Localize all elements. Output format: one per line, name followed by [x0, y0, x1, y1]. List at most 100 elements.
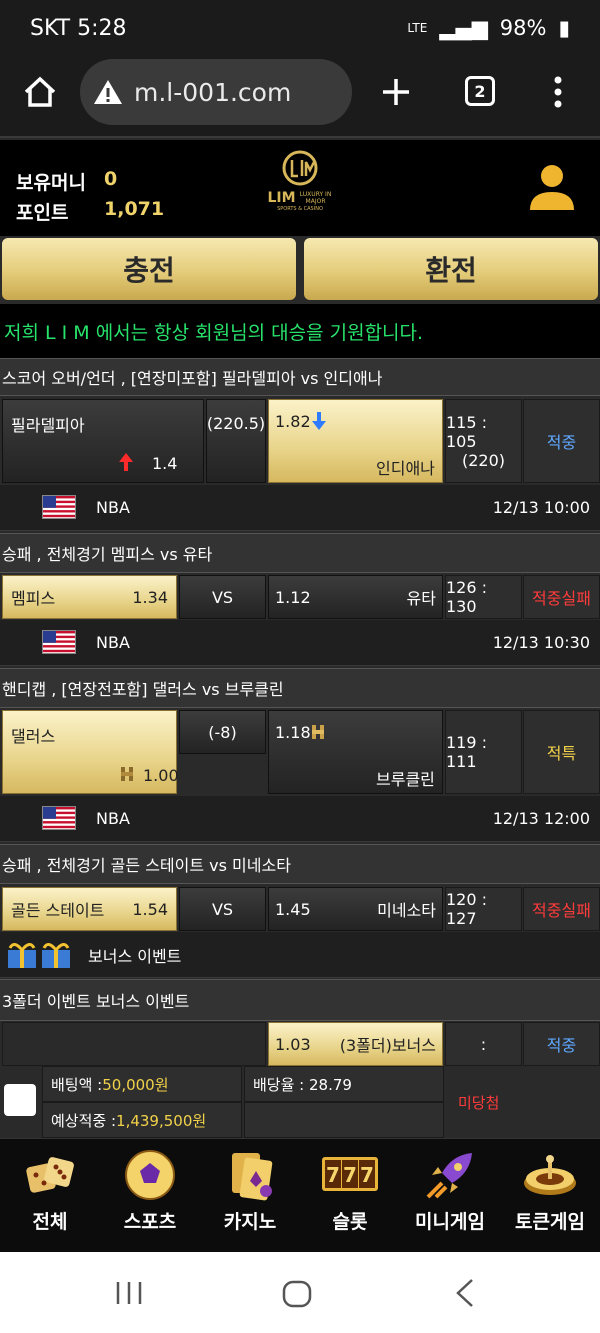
tab-switcher-button[interactable]: 2 [465, 76, 495, 106]
svg-text:7: 7 [343, 1163, 357, 1187]
recent-apps-icon[interactable] [114, 1280, 144, 1306]
dice-icon [26, 1157, 74, 1193]
final-score: 119 : 111 [445, 710, 522, 794]
bet-title: 핸디캡 , [연장전포함] 댈러스 vs 브루클린 [0, 668, 600, 708]
site-header: 보유머니 0 포인트 1,071 LIM LUXURY IN MAJOR SPO… [0, 140, 600, 236]
site-logo[interactable]: LIM LUXURY IN MAJOR SPORTS & CASINO [258, 148, 342, 224]
bet-result: 적중실패 [523, 575, 600, 619]
us-flag-icon [42, 806, 76, 830]
network-icon: LTE [407, 21, 428, 35]
playing-cards-icon [232, 1153, 273, 1201]
points-value: 1,071 [104, 198, 165, 220]
logo-emblem-icon [282, 150, 318, 186]
svg-text:7: 7 [360, 1163, 374, 1187]
home-team-option[interactable]: 멤피스 1.34 [2, 575, 177, 619]
odds-down-arrow-icon [312, 412, 326, 430]
logo-text: LIM [267, 190, 296, 206]
versus-label: VS [179, 887, 266, 931]
nav-label: 미니게임 [415, 1211, 485, 1233]
warning-icon [94, 80, 122, 104]
nav-slots[interactable]: 777 슬롯 [300, 1139, 400, 1253]
svg-text:7: 7 [326, 1163, 340, 1187]
bet-result: 적특 [523, 710, 600, 794]
select-checkbox[interactable] [4, 1084, 36, 1116]
away-odds: 1.18 [275, 723, 311, 742]
home-odds: 1.00 [143, 766, 179, 785]
home-team-name: 댈러스 [11, 727, 56, 746]
league-name: NBA [96, 633, 130, 652]
url-text: m.l-001.com [134, 77, 292, 107]
user-profile-icon[interactable] [528, 162, 576, 214]
address-bar[interactable]: m.l-001.com [80, 59, 352, 125]
league-bar: NBA 12/13 10:00 [0, 485, 600, 531]
status-bar: SKT 5:28 LTE ▂▄▆ 98% ▮ [0, 0, 600, 56]
bet-title: 3폴더 이벤트 보너스 이벤트 [0, 979, 600, 1021]
menu-icon[interactable] [550, 76, 566, 108]
home-icon[interactable] [22, 74, 58, 110]
points-label: 포인트 [16, 202, 69, 224]
tab-count: 2 [474, 81, 486, 101]
bet-amount-label: 배팅액 : [51, 1075, 103, 1094]
final-score: 115 : 105 (220) [445, 399, 522, 483]
odds-rate: 배당율 : 28.79 [244, 1066, 444, 1102]
league-name: NBA [96, 498, 130, 517]
away-team-option[interactable]: 1.45 미네소타 [268, 887, 443, 931]
bet-result: 적중 [523, 399, 600, 483]
nav-label: 스포츠 [123, 1211, 177, 1233]
expected-value: 1,439,500원 [116, 1111, 207, 1130]
bonus-label: (3폴더)보너스 [339, 1036, 436, 1055]
league-name: NBA [96, 809, 130, 828]
empty-cell [244, 1102, 444, 1138]
expected-payout: 예상적중 : 1,439,500원 [42, 1102, 242, 1138]
home-odds: 1.54 [132, 899, 168, 919]
league-bar: NBA 12/13 10:30 [0, 620, 600, 666]
nav-token-game[interactable]: 토큰게임 [500, 1139, 600, 1253]
rocket-icon [426, 1153, 472, 1199]
new-tab-icon[interactable] [380, 76, 412, 108]
logo-tagline: SPORTS & CASINO [277, 206, 323, 212]
nav-minigame[interactable]: 미니게임 [400, 1139, 500, 1253]
away-team-name: 유타 [406, 589, 436, 608]
deposit-button[interactable]: 충전 [2, 238, 296, 300]
nav-all[interactable]: 전체 [0, 1139, 100, 1253]
handicap-line[interactable]: (220.5) [206, 399, 266, 483]
browser-toolbar: m.l-001.com 2 [0, 56, 600, 138]
hold-icon [121, 767, 133, 781]
bet-result: 적중 [523, 1022, 600, 1066]
nav-casino[interactable]: 카지노 [200, 1139, 300, 1253]
soccer-ball-icon [125, 1150, 175, 1200]
system-nav-bar [0, 1252, 600, 1333]
us-flag-icon [42, 630, 76, 654]
empty-cell [2, 1022, 266, 1066]
away-team-option[interactable]: 1.12 유타 [268, 575, 443, 619]
home-odds: 1.34 [132, 587, 168, 607]
withdraw-button[interactable]: 환전 [304, 238, 598, 300]
battery-icon: ▮ [558, 16, 570, 40]
us-flag-icon [42, 495, 76, 519]
carrier-time: SKT 5:28 [30, 15, 127, 41]
bonus-event-label: 보너스 이벤트 [88, 946, 182, 966]
final-score: 120 : 127 [445, 887, 522, 931]
home-team-name: 골든 스테이트 [11, 901, 105, 920]
match-time: 12/13 12:00 [492, 809, 590, 828]
handicap-line[interactable]: (-8) [179, 710, 266, 754]
league-bar: NBA 12/13 12:00 [0, 796, 600, 842]
expected-label: 예상적중 : [51, 1111, 117, 1130]
roulette-icon [524, 1155, 576, 1195]
away-odds: 1.12 [275, 587, 311, 607]
back-icon[interactable] [454, 1278, 476, 1308]
home-team-option[interactable]: 골든 스테이트 1.54 [2, 887, 177, 931]
home-odds: 1.4 [152, 454, 178, 473]
bet-amount-value: 50,000원 [102, 1075, 169, 1094]
status-icons: LTE ▂▄▆ 98% ▮ [407, 16, 570, 40]
home-button-icon[interactable] [282, 1280, 312, 1308]
bottom-nav: 전체 스포츠 카지노 777 슬롯 미니게임 토큰게임 [0, 1138, 600, 1252]
nav-label: 전체 [32, 1211, 68, 1233]
bonus-option[interactable]: 1.03 (3폴더)보너스 [268, 1022, 443, 1066]
money-value: 0 [104, 168, 118, 190]
nav-label: 토큰게임 [515, 1211, 585, 1233]
battery-level: 98% [499, 16, 547, 40]
bonus-event-bar: 보너스 이벤트 [0, 932, 600, 978]
nav-sports[interactable]: 스포츠 [100, 1139, 200, 1253]
score-value: 115 : 105 [446, 412, 488, 451]
